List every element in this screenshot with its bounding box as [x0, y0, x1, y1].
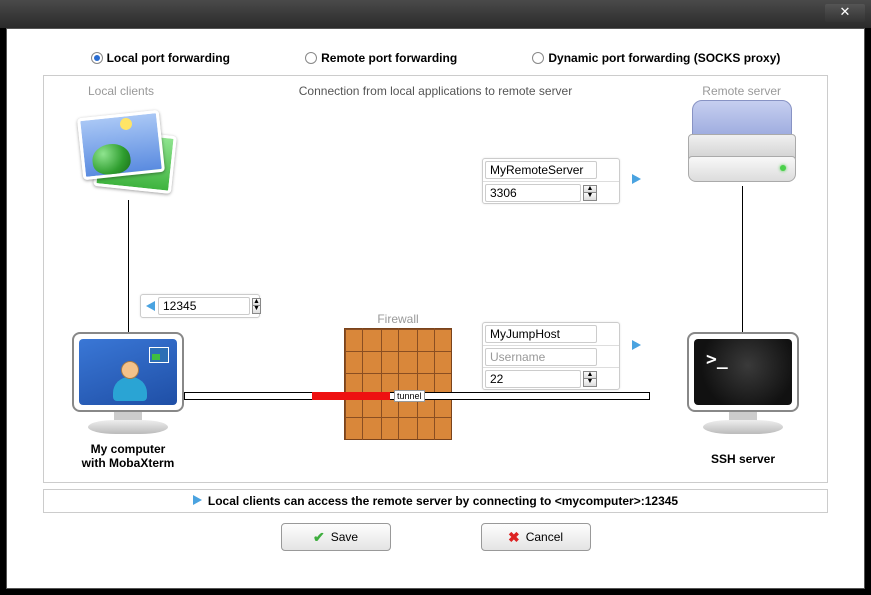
connector-line: [128, 200, 129, 332]
check-icon: ✔: [313, 529, 325, 546]
radio-dynamic-label: Dynamic port forwarding (SOCKS proxy): [548, 51, 780, 65]
radio-remote-label: Remote port forwarding: [321, 51, 457, 65]
ssh-server-group: ▲▼: [482, 322, 620, 390]
titlebar: ✕: [0, 0, 871, 28]
my-computer-icon: [58, 332, 198, 452]
ssh-user-input[interactable]: [485, 348, 597, 366]
firewall-label: Firewall: [344, 312, 452, 326]
dialog-window: Local port forwarding Remote port forwar…: [6, 28, 865, 589]
remote-port-spinner[interactable]: ▲▼: [583, 185, 597, 201]
remote-server-group: ▲▼: [482, 158, 620, 204]
ssh-server-icon: >_: [673, 332, 813, 452]
local-clients-icon: [74, 104, 184, 199]
forwarding-type-radios: Local port forwarding Remote port forwar…: [43, 47, 828, 69]
arrow-right-icon: [627, 336, 645, 354]
remote-host-input[interactable]: [485, 161, 597, 179]
arrow-left-icon: [146, 297, 155, 315]
my-computer-label: My computer with MobaXterm: [58, 442, 198, 470]
save-button[interactable]: ✔ Save: [281, 523, 391, 551]
tunnel-label: tunnel: [394, 390, 425, 402]
remote-server-icon: [682, 96, 802, 196]
local-port-group: ▲▼: [140, 294, 260, 318]
radio-remote-forwarding[interactable]: Remote port forwarding: [305, 51, 457, 65]
ssh-port-spinner[interactable]: ▲▼: [583, 371, 597, 387]
hint-text: Local clients can access the remote serv…: [208, 494, 678, 508]
local-port-input[interactable]: [158, 297, 250, 315]
local-clients-label: Local clients: [88, 84, 154, 98]
save-label: Save: [331, 530, 358, 544]
radio-local-forwarding[interactable]: Local port forwarding: [91, 51, 230, 65]
connector-line: [742, 186, 743, 336]
radio-dynamic-forwarding[interactable]: Dynamic port forwarding (SOCKS proxy): [532, 51, 780, 65]
local-port-spinner[interactable]: ▲▼: [252, 298, 261, 314]
tunnel-through-firewall: [312, 392, 390, 400]
arrow-right-icon: [627, 170, 645, 188]
cancel-label: Cancel: [526, 530, 563, 544]
ssh-host-input[interactable]: [485, 325, 597, 343]
ssh-port-input[interactable]: [485, 370, 581, 388]
cancel-button[interactable]: ✖ Cancel: [481, 523, 591, 551]
diagram-area: Connection from local applications to re…: [43, 75, 828, 483]
terminal-prompt-icon: >_: [706, 349, 728, 370]
arrow-right-icon: [193, 494, 202, 508]
radio-dot-icon: [305, 52, 317, 64]
close-button[interactable]: ✕: [825, 4, 865, 22]
ssh-server-label: SSH server: [673, 452, 813, 466]
button-row: ✔ Save ✖ Cancel: [43, 523, 828, 551]
radio-dot-icon: [91, 52, 103, 64]
radio-dot-icon: [532, 52, 544, 64]
hint-bar: Local clients can access the remote serv…: [43, 489, 828, 513]
radio-local-label: Local port forwarding: [107, 51, 230, 65]
x-icon: ✖: [508, 529, 520, 546]
remote-port-input[interactable]: [485, 184, 581, 202]
firewall-icon: Firewall: [344, 328, 452, 440]
